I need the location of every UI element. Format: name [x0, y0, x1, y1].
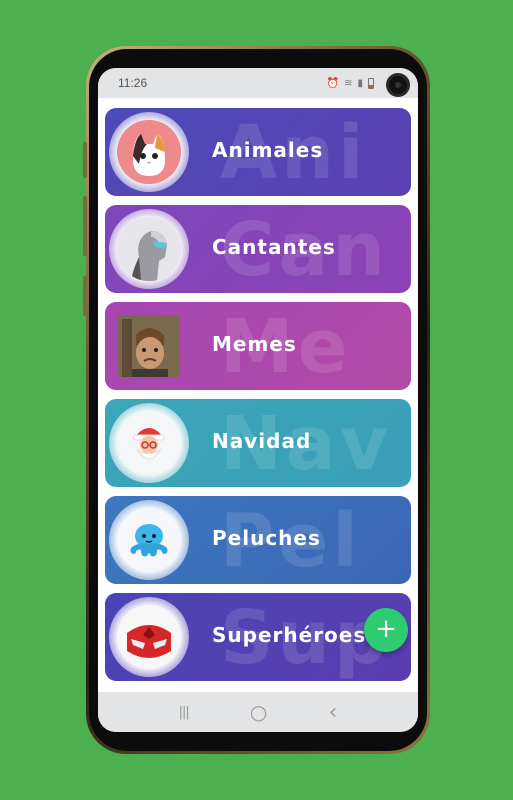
back-button[interactable]: ‹	[329, 700, 338, 725]
battery-icon	[368, 77, 374, 89]
recent-apps-button[interactable]: |||	[179, 705, 190, 720]
bixby-button	[83, 196, 87, 256]
card-label: Cantantes	[212, 235, 336, 259]
status-icons: ⏰ ≋ ▮	[326, 77, 374, 89]
octopus-plush-icon	[117, 508, 181, 572]
avatar-ring	[109, 306, 189, 386]
app-screen: 11:26 ⏰ ≋ ▮ Ani Animales Can Cantantes M…	[98, 68, 418, 732]
avatar-ring	[109, 403, 189, 483]
volume-button	[83, 142, 87, 178]
category-card-navidad[interactable]: Nav Navidad	[105, 399, 411, 487]
card-label: Memes	[212, 332, 297, 356]
category-card-cantantes[interactable]: Can Cantantes	[105, 205, 411, 293]
avatar-ring	[109, 209, 189, 289]
card-label: Navidad	[212, 429, 312, 453]
status-bar: 11:26 ⏰ ≋ ▮	[98, 68, 418, 98]
category-card-animales[interactable]: Ani Animales	[105, 108, 411, 196]
front-camera	[386, 73, 410, 97]
singer-icon	[117, 217, 181, 281]
card-label: Animales	[212, 138, 324, 162]
home-button[interactable]: ○	[250, 700, 267, 724]
add-fab-button[interactable]: +	[364, 608, 408, 652]
card-label: Peluches	[212, 526, 321, 550]
category-list: Ani Animales Can Cantantes Me Memes Nav …	[105, 108, 411, 690]
mask-icon	[117, 605, 181, 669]
status-time: 11:26	[118, 76, 148, 90]
phone-frame: 11:26 ⏰ ≋ ▮ Ani Animales Can Cantantes M…	[83, 46, 430, 754]
santa-icon	[117, 411, 181, 475]
cat-icon	[117, 120, 181, 184]
meme-face-icon	[118, 315, 180, 377]
category-card-peluches[interactable]: Pel Peluches	[105, 496, 411, 584]
avatar-ring	[109, 500, 189, 580]
wifi-icon: ≋	[344, 77, 353, 89]
avatar-ring	[109, 597, 189, 677]
alarm-icon: ⏰	[326, 77, 340, 89]
category-card-memes[interactable]: Me Memes	[105, 302, 411, 390]
system-navbar: ||| ○ ‹	[98, 692, 418, 732]
signal-icon: ▮	[357, 77, 363, 89]
side-button	[83, 276, 87, 316]
avatar-ring	[109, 112, 189, 192]
card-label: Superhéroes	[212, 623, 367, 647]
